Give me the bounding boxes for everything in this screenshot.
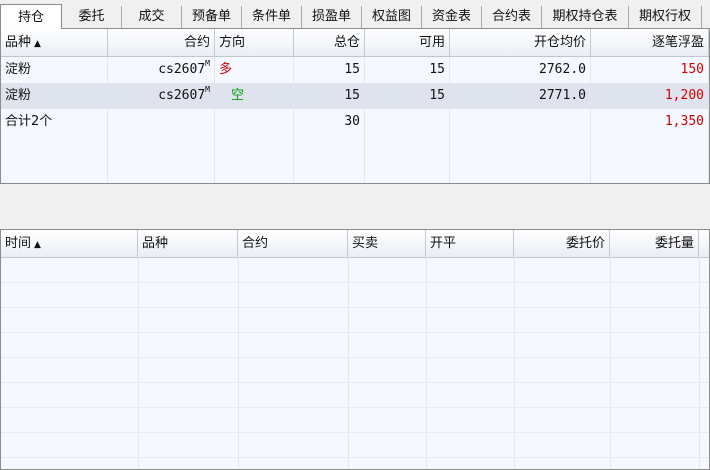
cell-avg-price: 2762.0 <box>450 57 591 83</box>
col-header-product[interactable]: 品种 <box>138 230 238 257</box>
tab-stop-orders[interactable]: 损盈单 <box>302 6 362 28</box>
col-header-order-price[interactable]: 委托价 <box>514 230 610 257</box>
col-header-open-close[interactable]: 开平 <box>426 230 514 257</box>
orders-table: 时间 ▲ 品种 合约 买卖 开平 委托价 委托量 <box>0 229 710 470</box>
summary-float-pnl: 1,350 <box>591 109 709 135</box>
tab-bar: 持仓 委托 成交 预备单 条件单 损盈单 权益图 资金表 合约表 期权持仓表 期… <box>0 0 710 29</box>
col-header-available[interactable]: 可用 <box>365 29 450 56</box>
tab-funds[interactable]: 资金表 <box>422 6 482 28</box>
col-header-direction[interactable]: 方向 <box>215 29 294 56</box>
summary-total: 30 <box>294 109 365 135</box>
tab-equity-chart[interactable]: 权益图 <box>362 6 422 28</box>
tab-positions[interactable]: 持仓 <box>0 4 62 29</box>
col-header-total[interactable]: 总仓 <box>294 29 365 56</box>
main-contract-tag: M <box>205 85 210 94</box>
col-header-time[interactable]: 时间 ▲ <box>1 230 138 257</box>
cell-float-pnl: 150 <box>591 57 709 83</box>
cell-empty <box>450 109 591 135</box>
col-header-float-pnl[interactable]: 逐笔浮盈 <box>591 29 709 56</box>
summary-label: 合计2个 <box>1 109 108 135</box>
col-header-order-qty[interactable]: 委托量 <box>610 230 699 257</box>
cell-float-pnl: 1,200 <box>591 83 709 109</box>
summary-row: 合计2个 30 1,350 <box>1 109 709 135</box>
sort-asc-icon: ▲ <box>34 240 41 250</box>
col-header-avg-price[interactable]: 开仓均价 <box>450 29 591 56</box>
tab-option-positions[interactable]: 期权持仓表 <box>542 6 629 28</box>
cell-contract: cs2607M <box>108 57 215 83</box>
tab-contracts[interactable]: 合约表 <box>482 6 542 28</box>
table-row-selected[interactable]: 淀粉 cs2607M 空 15 15 2771.0 1,200 <box>1 83 709 109</box>
cell-contract: cs2607M <box>108 83 215 109</box>
tab-orders[interactable]: 委托 <box>62 6 122 28</box>
main-contract-tag: M <box>205 59 210 68</box>
cell-total: 15 <box>294 57 365 83</box>
cell-direction-short: 空 <box>215 83 294 109</box>
tab-option-exercise[interactable]: 期权行权 <box>629 6 702 28</box>
cell-empty <box>108 109 215 135</box>
col-header-contract[interactable]: 合约 <box>108 29 215 56</box>
positions-header-row: 品种 ▲ 合约 方向 总仓 可用 开仓均价 逐笔浮盈 <box>1 29 709 57</box>
cell-direction-long: 多 <box>215 57 294 83</box>
panel-splitter[interactable] <box>0 184 710 229</box>
tab-prepared-orders[interactable]: 预备单 <box>182 6 242 28</box>
empty-row <box>1 161 709 183</box>
sort-asc-icon: ▲ <box>34 39 41 49</box>
cell-product: 淀粉 <box>1 57 108 83</box>
tab-trades[interactable]: 成交 <box>122 6 182 28</box>
tab-conditional-orders[interactable]: 条件单 <box>242 6 302 28</box>
col-header-product[interactable]: 品种 ▲ <box>1 29 108 56</box>
table-row[interactable]: 淀粉 cs2607M 多 15 15 2762.0 150 <box>1 57 709 83</box>
col-header-side[interactable]: 买卖 <box>348 230 426 257</box>
cell-product: 淀粉 <box>1 83 108 109</box>
cell-empty <box>365 109 450 135</box>
cell-available: 15 <box>365 57 450 83</box>
orders-header-row: 时间 ▲ 品种 合约 买卖 开平 委托价 委托量 <box>1 230 709 258</box>
empty-row <box>1 135 709 161</box>
cell-total: 15 <box>294 83 365 109</box>
cell-empty <box>215 109 294 135</box>
col-header-contract[interactable]: 合约 <box>238 230 348 257</box>
cell-avg-price: 2771.0 <box>450 83 591 109</box>
cell-available: 15 <box>365 83 450 109</box>
positions-table: 品种 ▲ 合约 方向 总仓 可用 开仓均价 逐笔浮盈 淀粉 cs2607M 多 1… <box>0 29 710 184</box>
